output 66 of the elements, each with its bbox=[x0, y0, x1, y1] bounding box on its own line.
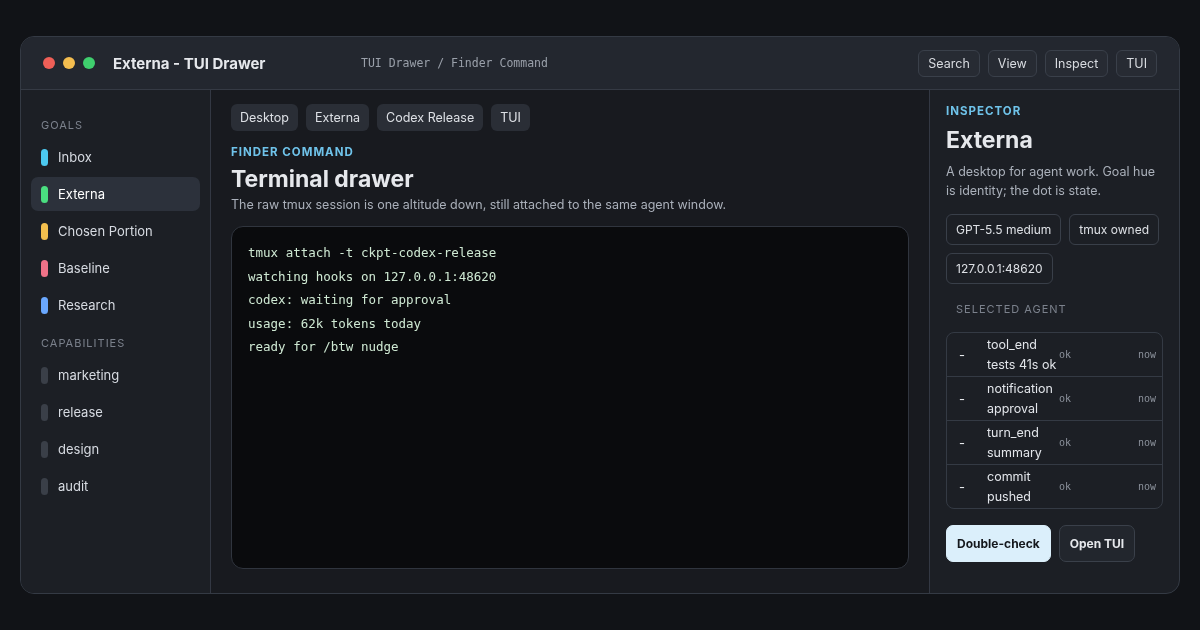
event-time: now bbox=[1137, 393, 1156, 404]
inspector-title: Externa bbox=[946, 126, 1034, 154]
inspector-description: A desktop for agent work. Goal hue is identity; the dot is state. bbox=[946, 163, 1157, 200]
sidebar-label: marketing bbox=[58, 367, 120, 383]
event-marker: - bbox=[958, 434, 966, 451]
page-title: Terminal drawer bbox=[231, 165, 415, 193]
path-chip[interactable]: Desktop bbox=[231, 104, 298, 131]
toolbar-button[interactable]: TUI bbox=[1116, 49, 1157, 77]
sidebar-item[interactable]: release bbox=[31, 395, 200, 429]
description: The raw tmux session is one altitude down, still attached to the same agent window. bbox=[231, 197, 728, 212]
terminal-line: tmux attach -t ckpt-codex-release bbox=[248, 244, 498, 262]
event-text: tool_end tests 41s ok bbox=[987, 336, 1058, 374]
sidebar-label: Baseline bbox=[58, 260, 110, 276]
section-heading: SELECTED AGENT bbox=[956, 302, 1068, 316]
event-marker: - bbox=[958, 346, 966, 363]
toolbar-button[interactable]: Search bbox=[918, 49, 980, 77]
path-chip[interactable]: TUI bbox=[491, 104, 530, 131]
action-button[interactable]: Double-check bbox=[946, 525, 1051, 562]
info-tag: GPT-5.5 medium bbox=[946, 214, 1062, 245]
sidebar-label: release bbox=[58, 404, 103, 420]
event-marker: - bbox=[958, 478, 966, 495]
terminal-line: watching hooks on 127.0.0.1:48620 bbox=[248, 267, 498, 286]
sidebar-item[interactable]: marketing bbox=[31, 358, 200, 392]
window-title: Externa - TUI Drawer bbox=[113, 53, 267, 73]
sidebar-label: Externa bbox=[58, 186, 105, 202]
eyebrow-label: FINDER COMMAND bbox=[231, 145, 355, 159]
event-status: ok bbox=[1059, 481, 1073, 492]
info-tag: 127.0.0.1:48620 bbox=[946, 253, 1053, 284]
sidebar-label: Inbox bbox=[58, 149, 92, 165]
event-time: now bbox=[1137, 437, 1156, 448]
sidebar-heading: CAPABILITIES bbox=[40, 335, 127, 352]
event-status: ok bbox=[1059, 349, 1073, 360]
action-button[interactable]: Open TUI bbox=[1058, 525, 1136, 562]
event-status: ok bbox=[1059, 393, 1073, 404]
terminal-line: ready for /btw nudge bbox=[248, 338, 400, 356]
sidebar-item[interactable]: design bbox=[31, 432, 200, 466]
terminal-line: usage: 62k tokens today bbox=[248, 314, 423, 333]
sidebar-label: Research bbox=[58, 297, 116, 313]
window-control-icon[interactable] bbox=[43, 57, 55, 69]
sidebar-item[interactable]: Inbox bbox=[31, 140, 200, 174]
sidebar-label: design bbox=[58, 441, 100, 457]
terminal-line: codex: waiting for approval bbox=[248, 291, 453, 309]
event-time: now bbox=[1137, 349, 1156, 360]
breadcrumb: TUI Drawer / Finder Command bbox=[361, 56, 549, 70]
event-text: notification approval bbox=[987, 380, 1054, 418]
sidebar-heading: GOALS bbox=[40, 117, 85, 134]
eyebrow-label: INSPECTOR bbox=[946, 104, 1023, 118]
sidebar-item[interactable]: audit bbox=[31, 469, 200, 503]
path-chip[interactable]: Externa bbox=[305, 104, 370, 131]
info-tag: tmux owned bbox=[1069, 214, 1159, 245]
sidebar-item[interactable]: Chosen Portion bbox=[31, 214, 200, 248]
event-marker: - bbox=[958, 390, 966, 407]
sidebar-label: Chosen Portion bbox=[58, 223, 153, 239]
path-chip[interactable]: Codex Release bbox=[377, 104, 484, 131]
window-control-icon[interactable] bbox=[83, 57, 95, 69]
sidebar-item[interactable]: Externa bbox=[31, 177, 200, 211]
sidebar-item[interactable]: Baseline bbox=[31, 251, 200, 285]
sidebar-label: audit bbox=[58, 478, 89, 494]
toolbar-button[interactable]: View bbox=[987, 49, 1037, 77]
event-status: ok bbox=[1059, 437, 1073, 448]
window-control-icon[interactable] bbox=[63, 57, 75, 69]
event-text: turn_end summary bbox=[987, 424, 1043, 462]
toolbar-button[interactable]: Inspect bbox=[1044, 49, 1109, 77]
sidebar-item[interactable]: Research bbox=[31, 288, 200, 322]
event-time: now bbox=[1137, 481, 1156, 492]
event-text: commit pushed bbox=[987, 468, 1032, 506]
